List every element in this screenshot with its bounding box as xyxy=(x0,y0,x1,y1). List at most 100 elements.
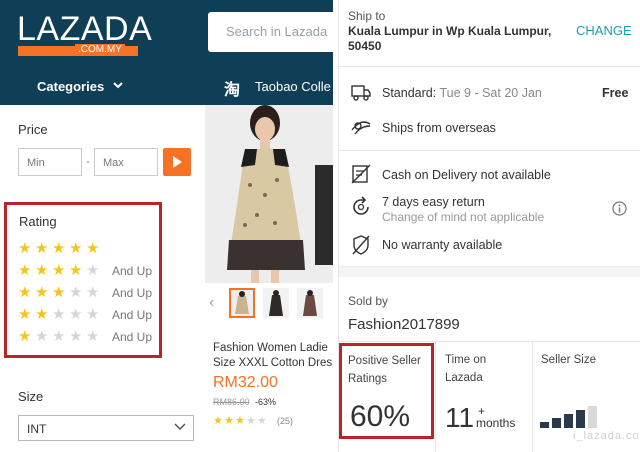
rating-and-up-label: And Up xyxy=(112,330,153,344)
star-icon: ★ xyxy=(52,306,66,323)
rating-and-up-label: And Up xyxy=(112,308,153,322)
plane-icon xyxy=(351,121,371,135)
star-icon: ★ xyxy=(52,328,66,345)
time-title-line1: Time on xyxy=(445,354,487,366)
thumbnail[interactable] xyxy=(297,288,323,318)
seller-name[interactable]: Fashion2017899 xyxy=(348,316,460,333)
seller-size-bar xyxy=(564,414,573,428)
rating-filter-title: Rating xyxy=(19,214,57,229)
taobao-collection-link[interactable]: Taobao Colle xyxy=(255,79,331,94)
price-apply-button[interactable] xyxy=(163,148,191,176)
product-listing-panel: LAZADA .COM.MY Search in Lazada Categori… xyxy=(0,0,333,452)
logo-domain: .COM.MY xyxy=(75,44,125,56)
cod-status: Cash on Delivery not available xyxy=(382,168,551,182)
thumbnail[interactable] xyxy=(263,288,289,318)
star-icon: ★ xyxy=(52,262,66,279)
search-input[interactable]: Search in Lazada xyxy=(208,12,333,52)
chevron-left-icon[interactable]: ‹ xyxy=(209,294,214,312)
star-icon: ★ xyxy=(35,240,49,257)
rating-option[interactable]: ★ ★ ★ ★ ★ And Up xyxy=(18,263,158,279)
divider xyxy=(435,342,436,452)
rating-option[interactable]: ★ ★ ★ ★ ★ And Up xyxy=(18,329,158,345)
return-policy-note: Change of mind not applicable xyxy=(382,210,545,224)
return-policy: 7 days easy return xyxy=(382,195,485,209)
review-count: (25) xyxy=(277,416,294,426)
star-icon: ★ xyxy=(86,262,100,279)
shield-icon xyxy=(352,235,370,255)
delivery-seller-panel: Ship to Kuala Lumpur in Wp Kuala Lumpur,… xyxy=(338,0,640,452)
section-gap xyxy=(339,267,640,277)
rating-option[interactable]: ★ ★ ★ ★ ★ And Up xyxy=(18,285,158,301)
star-icon: ★ xyxy=(35,284,49,301)
ship-to-label: Ship to xyxy=(348,9,386,23)
thumbnail-strip: ‹ xyxy=(205,286,333,320)
star-icon: ★ xyxy=(86,306,100,323)
star-icon: ★ xyxy=(235,415,245,427)
star-icon: ★ xyxy=(18,284,32,301)
positive-ratings-title: Positive Seller Ratings xyxy=(348,352,421,388)
cash-on-delivery-icon xyxy=(351,164,371,184)
time-title-line2: Lazada xyxy=(445,372,483,384)
price-range-dash: - xyxy=(86,154,90,168)
divider xyxy=(532,342,533,452)
star-icon: ★ xyxy=(69,284,83,301)
rating-and-up-label: And Up xyxy=(112,286,153,300)
seller-size-bar xyxy=(552,418,561,428)
star-icon: ★ xyxy=(35,306,49,323)
star-icon: ★ xyxy=(18,328,32,345)
star-icon: ★ xyxy=(18,306,32,323)
time-on-lazada-title: Time on Lazada xyxy=(445,351,486,387)
star-icon: ★ xyxy=(86,328,100,345)
product-rating: ★ ★ ★ ★ ★ (25) xyxy=(213,415,333,429)
star-icon: ★ xyxy=(69,262,83,279)
thumbnail[interactable] xyxy=(229,288,255,318)
product-title[interactable]: Fashion Women Ladie Size XXXL Cotton Dre… xyxy=(213,341,333,371)
categories-menu[interactable]: Categories xyxy=(37,79,104,94)
divider xyxy=(339,150,640,151)
watermark-text: i_lazada.com xyxy=(573,430,640,442)
rating-option[interactable]: ★ ★ ★ ★ ★ xyxy=(18,241,158,257)
star-icon: ★ xyxy=(18,262,32,279)
positive-ratings-highlight: Positive Seller Ratings 60% xyxy=(339,343,434,439)
product-image[interactable] xyxy=(205,105,333,283)
seller-size-title: Seller Size xyxy=(541,354,596,366)
category-nav-bar: Categories 淘 Taobao Colle xyxy=(0,67,333,105)
chevron-down-icon xyxy=(174,423,186,431)
positive-ratings-title-line1: Positive Seller xyxy=(348,355,421,367)
star-icon: ★ xyxy=(86,284,100,301)
lazada-logo[interactable]: LAZADA .COM.MY xyxy=(17,10,152,58)
change-address-link[interactable]: CHANGE xyxy=(576,23,632,38)
star-icon: ★ xyxy=(86,240,100,257)
size-select[interactable]: INT xyxy=(18,415,194,441)
play-arrow-icon xyxy=(173,156,182,168)
product-original-price: RM86.00 xyxy=(213,397,250,407)
standard-label: Standard: xyxy=(382,86,437,100)
star-icon: ★ xyxy=(213,415,223,427)
sold-by-label: Sold by xyxy=(348,294,389,308)
seller-size-bar xyxy=(576,410,585,428)
delivery-fee: Free xyxy=(602,86,629,100)
shipping-address: Kuala Lumpur in Wp Kuala Lumpur, 50450 xyxy=(348,24,552,53)
star-icon: ★ xyxy=(18,240,32,257)
product-price: RM32.00 xyxy=(213,374,278,391)
price-max-input[interactable]: Max xyxy=(94,148,158,176)
star-icon: ★ xyxy=(35,262,49,279)
dress-photo xyxy=(205,105,333,283)
product-discount: -63% xyxy=(255,397,277,407)
standard-delivery-dates: Tue 9 - Sat 20 Jan xyxy=(439,86,542,100)
divider xyxy=(339,341,640,342)
price-filter-title: Price xyxy=(18,122,48,137)
rating-option[interactable]: ★ ★ ★ ★ ★ And Up xyxy=(18,307,158,323)
product-card[interactable]: ‹ Fashion Women Ladie Size XXXL Cotton D… xyxy=(205,105,333,452)
price-min-input[interactable]: Min xyxy=(18,148,82,176)
star-icon: ★ xyxy=(52,284,66,301)
chevron-down-icon[interactable] xyxy=(112,79,124,91)
info-icon[interactable] xyxy=(612,201,627,216)
star-icon: ★ xyxy=(52,240,66,257)
star-icon: ★ xyxy=(35,328,49,345)
positive-ratings-title-line2: Ratings xyxy=(348,373,387,385)
star-icon: ★ xyxy=(224,415,234,427)
warranty-status: No warranty available xyxy=(382,238,503,252)
seller-size-bar xyxy=(588,406,597,428)
rating-and-up-label: And Up xyxy=(112,264,153,278)
